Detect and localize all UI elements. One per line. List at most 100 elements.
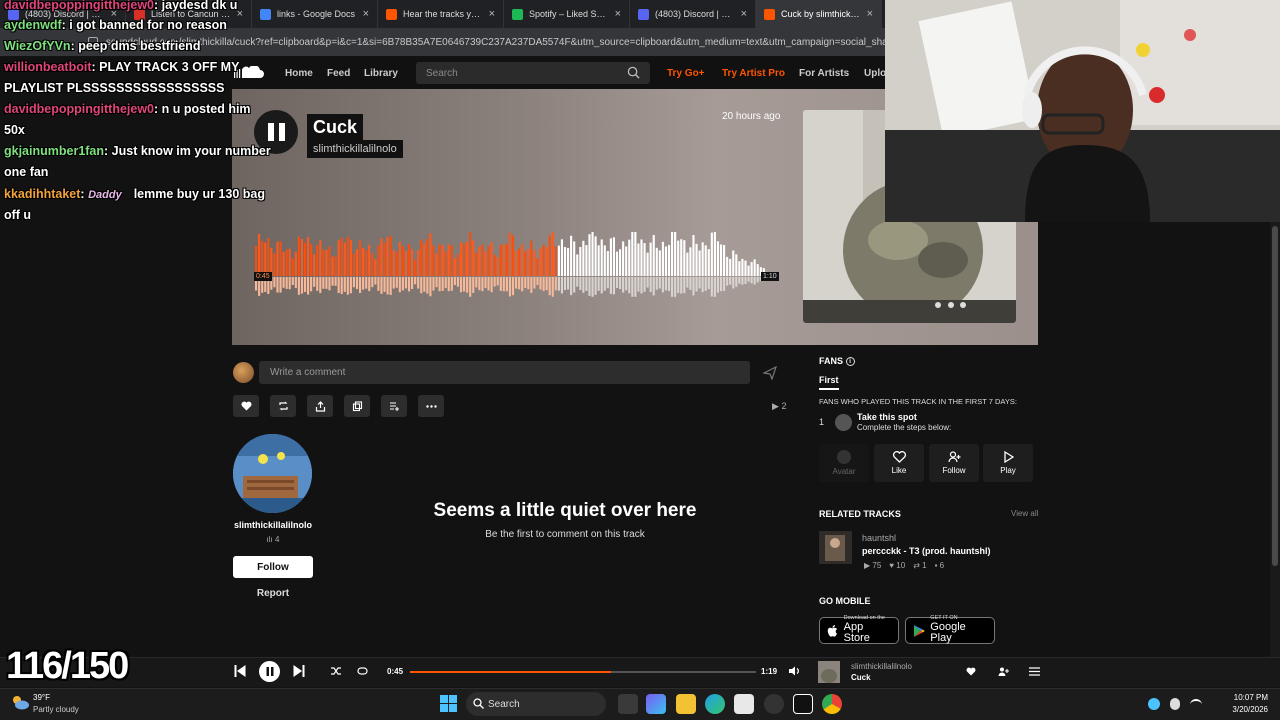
tab-first-fans[interactable]: First	[819, 375, 839, 390]
search-input[interactable]: Search	[416, 62, 650, 84]
windows-start-icon[interactable]	[440, 695, 457, 712]
player-pause-button[interactable]	[259, 661, 280, 682]
send-comment-button[interactable]	[757, 362, 783, 384]
url-text[interactable]: soundcloud.com/slimthickilla/cuck?ref=cl…	[106, 37, 890, 48]
queue-button[interactable]	[1029, 667, 1040, 676]
store-icon[interactable]	[734, 694, 754, 714]
waveform-reflection	[380, 277, 383, 294]
google-play-button[interactable]: GET IT ON Google Play	[905, 616, 995, 644]
player-follow-button[interactable]	[998, 667, 1009, 676]
windows-taskbar	[0, 688, 1280, 720]
player-artist[interactable]: slimthickillalilnolo	[851, 662, 912, 671]
copilot-icon[interactable]	[646, 694, 666, 714]
microphone-icon[interactable]	[1170, 698, 1180, 710]
onedrive-icon[interactable]	[1148, 698, 1160, 710]
fans-heading-text: FANS	[819, 356, 844, 366]
app-store-button[interactable]: Download on the App Store	[819, 616, 899, 644]
share-button[interactable]	[307, 395, 333, 417]
waveform-bar	[380, 238, 383, 276]
waveform[interactable]	[255, 228, 775, 304]
related-track-artwork[interactable]	[819, 531, 852, 564]
more-button[interactable]	[418, 395, 444, 417]
browser-tab[interactable]: (4803) Discord | @422... ×	[630, 0, 756, 28]
player-like-button[interactable]	[966, 667, 976, 676]
waveform-reflection	[729, 277, 732, 285]
uploader-avatar[interactable]	[233, 434, 312, 513]
close-tab-icon[interactable]: ×	[867, 8, 873, 20]
waveform-bar	[646, 252, 649, 276]
waveform-bar	[466, 241, 469, 276]
repost-button[interactable]	[270, 395, 296, 417]
try-go-plus-link[interactable]: Try Go+	[667, 68, 705, 79]
weather-temp[interactable]: 39°F	[33, 693, 50, 702]
related-reposts: ⇄ 1	[913, 561, 926, 570]
fan-step-follow[interactable]: Follow	[929, 444, 979, 482]
chrome-icon[interactable]	[822, 694, 842, 714]
upload-link[interactable]: Uplo	[864, 68, 886, 79]
close-tab-icon[interactable]: ×	[237, 8, 243, 20]
weather-partly-cloudy-icon[interactable]	[10, 693, 30, 711]
waveform-bar	[502, 244, 505, 276]
waveform-bar	[738, 261, 741, 276]
waveform-bar	[456, 254, 460, 276]
clock-date[interactable]: 3/20/2026	[1218, 705, 1268, 714]
player-progress[interactable]	[410, 671, 756, 673]
taskbar-search[interactable]: Search	[466, 692, 606, 716]
task-view-icon[interactable]	[618, 694, 638, 714]
waveform-reflection	[551, 277, 554, 297]
waveform-bar	[478, 246, 481, 276]
volume-button[interactable]	[789, 666, 801, 676]
nav-feed[interactable]: Feed	[327, 68, 350, 79]
wifi-icon[interactable]	[1190, 699, 1202, 709]
browser-tab[interactable]: Cuck by slimthickill... ×	[756, 0, 882, 28]
repeat-button[interactable]	[357, 666, 368, 676]
related-view-all-link[interactable]: View all	[1011, 509, 1038, 518]
info-icon[interactable]: i	[845, 357, 855, 367]
browser-tab[interactable]: links - Google Docs ×	[252, 0, 378, 28]
scrollbar-thumb[interactable]	[1272, 226, 1278, 566]
comment-input[interactable]: Write a comment	[259, 361, 750, 384]
like-button[interactable]	[233, 395, 259, 417]
related-tracks-heading: RELATED TRACKS	[819, 509, 901, 519]
track-artist-link[interactable]: slimthickillalilnolo	[307, 140, 403, 158]
capcut-icon[interactable]	[793, 694, 813, 714]
report-link[interactable]: Report	[232, 588, 314, 599]
waveform-bar	[551, 232, 554, 276]
for-artists-link[interactable]: For Artists	[799, 68, 849, 79]
close-tab-icon[interactable]: ×	[363, 8, 369, 20]
clock-time[interactable]: 10:07 PM	[1218, 693, 1268, 702]
current-user-avatar[interactable]	[233, 362, 254, 383]
file-explorer-icon[interactable]	[676, 694, 696, 714]
weather-desc[interactable]: Partly cloudy	[33, 705, 79, 714]
related-track-title[interactable]: perccckk - T3 (prod. hauntshl)	[862, 546, 991, 556]
fan-step-play[interactable]: Play	[983, 444, 1033, 482]
tab-favicon-icon	[260, 8, 271, 20]
next-button[interactable]	[293, 664, 305, 678]
browser-tab[interactable]: Hear the tracks you've... ×	[378, 0, 504, 28]
uploader-name[interactable]: slimthickillalilnolo	[232, 520, 314, 530]
edge-icon[interactable]	[705, 694, 725, 714]
waveform-bar	[515, 250, 518, 276]
fan-step-like[interactable]: Like	[874, 444, 924, 482]
waveform-bar	[560, 239, 564, 276]
waveform-bar	[637, 243, 640, 276]
waveform-bar	[649, 242, 652, 276]
waveform-reflection	[554, 277, 557, 291]
close-tab-icon[interactable]: ×	[489, 8, 495, 20]
follow-button[interactable]: Follow	[233, 556, 313, 578]
player-title[interactable]: Cuck	[851, 673, 871, 682]
browser-tab[interactable]: Spotify – Liked Songs ×	[504, 0, 630, 28]
try-artist-pro-link[interactable]: Try Artist Pro	[722, 68, 785, 79]
previous-button[interactable]	[234, 664, 246, 678]
nav-library[interactable]: Library	[364, 68, 398, 79]
close-tab-icon[interactable]: ×	[741, 8, 747, 20]
related-track-artist[interactable]: hauntshl	[862, 533, 896, 543]
close-tab-icon[interactable]: ×	[615, 8, 621, 20]
settings-icon[interactable]	[764, 694, 784, 714]
player-artwork[interactable]	[818, 661, 840, 683]
nav-home[interactable]: Home	[285, 68, 313, 79]
copy-link-button[interactable]	[344, 395, 370, 417]
shuffle-button[interactable]	[331, 666, 342, 676]
add-to-playlist-button[interactable]	[381, 395, 407, 417]
search-icon[interactable]	[627, 66, 640, 79]
